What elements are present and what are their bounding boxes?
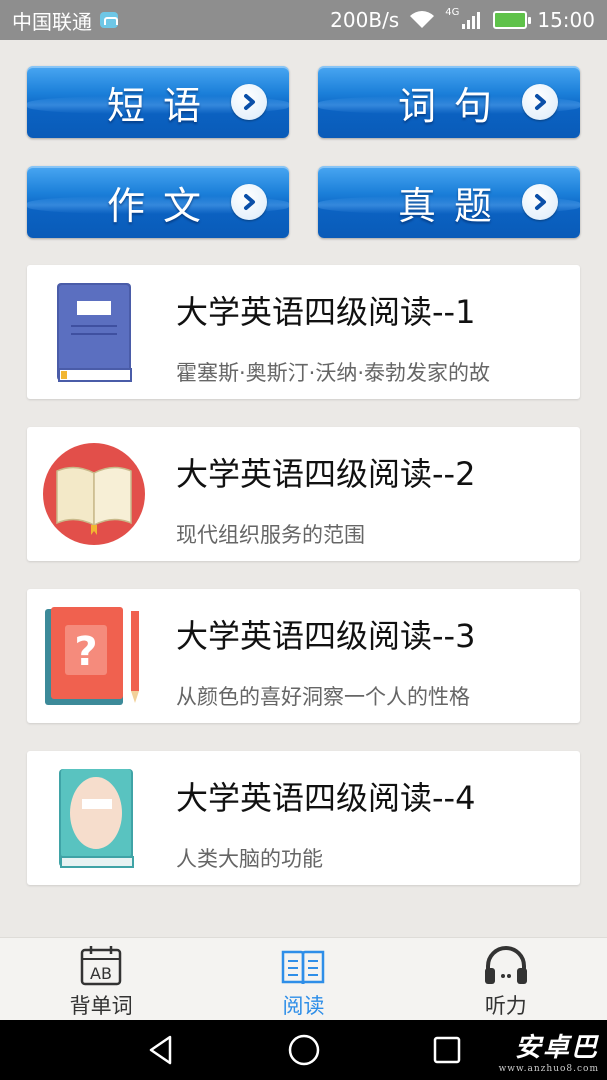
article-title: 大学英语四级阅读--1 bbox=[176, 293, 476, 331]
watermark-main: 安卓巴 bbox=[514, 1033, 599, 1063]
chevron-right-icon bbox=[231, 84, 267, 120]
tab-label: 阅读 bbox=[282, 994, 325, 1018]
clock: 15:00 bbox=[537, 8, 595, 32]
system-nav-bar: 安卓巴 www.anzhuo8.com bbox=[0, 1020, 607, 1080]
recents-icon[interactable] bbox=[432, 1035, 462, 1065]
list-item[interactable]: 大学英语四级阅读--2 现代组织服务的范围 bbox=[27, 427, 580, 561]
article-summary: 霍塞斯·奥斯汀·沃纳·泰勃发家的故 bbox=[176, 361, 491, 385]
network-type: 4G bbox=[445, 6, 460, 18]
svg-text:AB: AB bbox=[90, 964, 112, 983]
phrases-button[interactable]: 短语 bbox=[27, 66, 289, 138]
app-screen: 中国联通 200B/s 4G 15:00 短语 词句 作文 真题 大学英语四级阅… bbox=[0, 0, 607, 1080]
tab-label: 背单词 bbox=[69, 994, 133, 1018]
tab-vocabulary[interactable]: AB 背单词 bbox=[0, 938, 202, 1020]
home-icon[interactable] bbox=[287, 1033, 321, 1067]
article-summary: 从颜色的喜好洞察一个人的性格 bbox=[176, 685, 470, 709]
category-label: 作文 bbox=[106, 183, 219, 228]
question-book-icon: ? bbox=[45, 607, 139, 705]
sentences-button[interactable]: 词句 bbox=[318, 66, 580, 138]
book-icon bbox=[282, 950, 325, 985]
teal-book-icon bbox=[59, 769, 134, 868]
tab-label: 听力 bbox=[484, 994, 527, 1018]
composition-button[interactable]: 作文 bbox=[27, 166, 289, 238]
battery-icon bbox=[493, 11, 532, 29]
category-label: 词句 bbox=[397, 83, 510, 128]
list-item[interactable]: 大学英语四级阅读--4 人类大脑的功能 bbox=[27, 751, 580, 885]
chevron-right-icon bbox=[231, 184, 267, 220]
open-book-icon bbox=[43, 443, 145, 545]
article-title: 大学英语四级阅读--4 bbox=[176, 779, 476, 817]
watermark-url: www.anzhuo8.com bbox=[498, 1064, 599, 1074]
list-item[interactable]: ? 大学英语四级阅读--3 从颜色的喜好洞察一个人的性格 bbox=[27, 589, 580, 723]
tab-reading[interactable]: 阅读 bbox=[202, 938, 404, 1020]
category-label: 短语 bbox=[106, 83, 219, 128]
article-list: 大学英语四级阅读--1 霍塞斯·奥斯汀·沃纳·泰勃发家的故 大学英语四级阅读--… bbox=[27, 265, 580, 913]
network-speed: 200B/s bbox=[330, 8, 400, 32]
bottom-tab-bar: AB 背单词 阅读 听力 bbox=[0, 937, 607, 1020]
article-title: 大学英语四级阅读--3 bbox=[176, 617, 476, 655]
back-icon[interactable] bbox=[146, 1034, 176, 1066]
status-bar: 中国联通 200B/s 4G 15:00 bbox=[0, 0, 607, 40]
calendar-ab-icon: AB bbox=[80, 946, 122, 986]
chevron-right-icon bbox=[522, 184, 558, 220]
svg-text:?: ? bbox=[74, 629, 97, 675]
signal-icon bbox=[462, 12, 481, 29]
android-notification-icon bbox=[100, 12, 118, 28]
article-title: 大学英语四级阅读--2 bbox=[176, 455, 476, 493]
tab-listening[interactable]: 听力 bbox=[405, 938, 607, 1020]
blue-book-icon bbox=[57, 283, 132, 382]
list-item[interactable]: 大学英语四级阅读--1 霍塞斯·奥斯汀·沃纳·泰勃发家的故 bbox=[27, 265, 580, 399]
category-grid: 短语 词句 作文 真题 bbox=[27, 66, 580, 238]
carrier-name: 中国联通 bbox=[12, 9, 92, 34]
article-summary: 现代组织服务的范围 bbox=[176, 523, 365, 547]
watermark-logo: 安卓巴 www.anzhuo8.com bbox=[499, 1027, 599, 1074]
wifi-icon bbox=[410, 11, 435, 28]
article-summary: 人类大脑的功能 bbox=[176, 847, 323, 871]
headphones-icon bbox=[484, 946, 527, 984]
category-label: 真题 bbox=[397, 183, 510, 228]
chevron-right-icon bbox=[522, 84, 558, 120]
past-exams-button[interactable]: 真题 bbox=[318, 166, 580, 238]
